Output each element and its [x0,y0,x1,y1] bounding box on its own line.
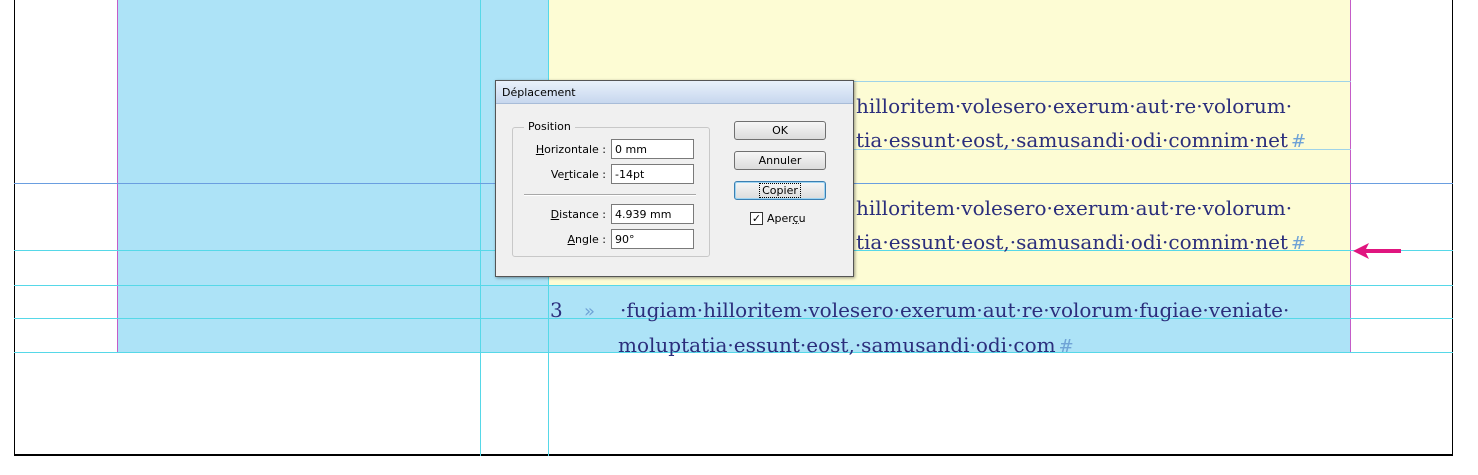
horizontal-guide[interactable] [14,285,1453,286]
paragraph-3-line-2-text: moluptatia·essunt·eost,·samusandi·odi·co… [618,333,1056,357]
preview-label[interactable]: Aperçu [767,212,806,225]
cancel-button[interactable]: Annuler [734,151,826,170]
paragraph-3-line-1[interactable]: ·fugiam·hilloritem·volesero·exerum·aut·r… [620,298,1289,322]
cancel-button-label: Annuler [758,154,802,167]
paragraph-1-line-2[interactable]: tia·essunt·eost,·samusandi·odi·comnim·ne… [856,128,1306,152]
paragraph-3-line-1-text: ·fugiam·hilloritem·volesero·exerum·aut·r… [620,298,1290,322]
paragraph-1-line-2-text: tia·essunt·eost,·samusandi·odi·comnim·ne… [856,128,1288,152]
ok-button[interactable]: OK [734,121,826,140]
paragraph-2-line-2-text: tia·essunt·eost,·samusandi·odi·comnim·ne… [856,230,1288,254]
copy-button[interactable]: Copier [734,181,826,200]
group-divider [524,194,696,196]
distance-label: Distance : [550,208,606,221]
vertical-input[interactable] [611,164,694,184]
checkbox-checked-icon[interactable]: ✓ [750,212,763,225]
left-arrow-icon [1353,243,1401,259]
paragraph-end-mark: # [1290,233,1307,254]
vertical-guide[interactable] [480,0,481,456]
horizontal-label: Horizontale : [535,143,606,156]
copy-button-label: Copier [759,183,801,198]
paragraph-end-mark: # [1290,131,1307,152]
angle-label: Angle : [567,233,606,246]
move-dialog: Déplacement Position Horizontale : Verti… [495,80,854,277]
paragraph-1-line-1[interactable]: hilloritem·volesero·exerum·aut·re·voloru… [856,94,1292,118]
ok-button-label: OK [772,124,788,137]
horizontal-input[interactable] [611,139,694,159]
paragraph-end-mark: # [1058,336,1074,357]
paragraph-2-line-2[interactable]: tia·essunt·eost,·samusandi·odi·comnim·ne… [856,230,1306,254]
paragraph-2-line-1[interactable]: hilloritem·volesero·exerum·aut·re·voloru… [856,196,1292,220]
blue-frame-left-edge [117,0,118,353]
position-group-label: Position [524,120,575,133]
angle-input[interactable] [611,229,694,249]
paragraph-3-number[interactable]: 3 [550,298,563,322]
preview-check-mark: ✓ [751,212,762,225]
frame-right-edge [1350,0,1351,353]
dialog-titlebar[interactable]: Déplacement [496,81,853,104]
paragraph-2-line-1-text: hilloritem·volesero·exerum·aut·re·voloru… [856,196,1293,220]
dialog-title: Déplacement [502,86,576,99]
paragraph-3-line-2[interactable]: moluptatia·essunt·eost,·samusandi·odi·co… [618,333,1074,357]
tab-mark: » [584,301,596,322]
distance-input[interactable] [611,204,694,224]
vertical-label: Verticale : [550,168,606,181]
paragraph-1-line-1-text: hilloritem·volesero·exerum·aut·re·voloru… [856,94,1293,118]
